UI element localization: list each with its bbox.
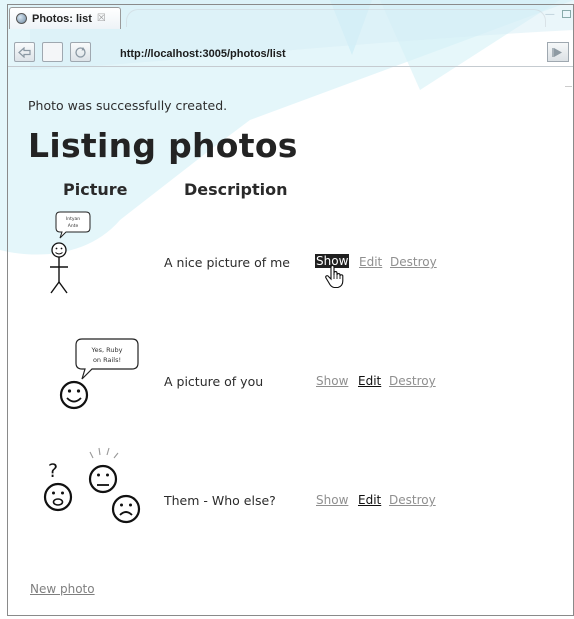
flash-notice: Photo was successfully created.	[28, 98, 228, 113]
photo-description: A nice picture of me	[164, 255, 290, 270]
minimize-icon[interactable]: —	[545, 9, 557, 20]
go-button[interactable]	[547, 42, 569, 62]
tab-close-icon[interactable]: ☒	[97, 13, 106, 24]
edit-link[interactable]: Edit	[359, 255, 382, 269]
globe-icon	[16, 13, 27, 24]
window-controls: —	[545, 9, 571, 20]
page-content: Photo was successfully created. Listing …	[8, 68, 573, 615]
bubble-text-line: on Rails!	[93, 356, 121, 364]
browser-tab[interactable]: Photos: list ☒	[9, 7, 121, 29]
destroy-link[interactable]: Destroy	[389, 374, 436, 388]
page-title: Listing photos	[28, 126, 298, 165]
new-photo-link[interactable]: New photo	[30, 582, 95, 596]
browser-toolbar: http://localhost:3005/photos/list	[8, 39, 573, 67]
edit-link[interactable]: Edit	[358, 374, 381, 388]
photo-description: Them - Who else?	[164, 493, 276, 508]
address-bar[interactable]: http://localhost:3005/photos/list	[120, 48, 286, 60]
column-header-picture: Picture	[63, 180, 128, 199]
refresh-button[interactable]	[70, 42, 91, 62]
show-link[interactable]: Show	[316, 374, 348, 388]
go-icon	[552, 47, 562, 57]
tab-strip: Photos: list ☒ —	[8, 5, 573, 39]
scrollbar[interactable]	[564, 68, 573, 615]
edit-link[interactable]: Edit	[358, 493, 381, 507]
show-link[interactable]: Show	[316, 493, 348, 507]
bubble-text-line: Intyan	[66, 216, 80, 222]
question-mark-text: ?	[48, 460, 58, 482]
hand-cursor-icon	[325, 265, 344, 289]
browser-window: Photos: list ☒ — http://localhost:3005/p…	[7, 4, 574, 616]
tab-title: Photos: list	[32, 12, 92, 25]
bubble-text-line: Yes, Ruby	[91, 346, 123, 354]
photo-description: A picture of you	[164, 374, 264, 389]
scrollbar-thumb[interactable]	[565, 86, 572, 90]
destroy-link[interactable]: Destroy	[389, 493, 436, 507]
bubble-text-line: Ante	[68, 223, 79, 229]
back-icon	[18, 46, 31, 58]
tab-strip-background	[126, 9, 546, 27]
maximize-icon[interactable]	[562, 10, 571, 18]
forward-button[interactable]	[42, 42, 63, 62]
photo-three-faces: ?	[43, 447, 141, 524]
page-icon	[75, 46, 86, 58]
photo-stick-figure: Intyan Ante	[50, 211, 91, 294]
back-button[interactable]	[14, 42, 35, 62]
destroy-link[interactable]: Destroy	[390, 255, 437, 269]
photo-smiley-with-bubble: Yes, Ruby on Rails!	[59, 338, 139, 410]
column-header-description: Description	[184, 180, 288, 199]
